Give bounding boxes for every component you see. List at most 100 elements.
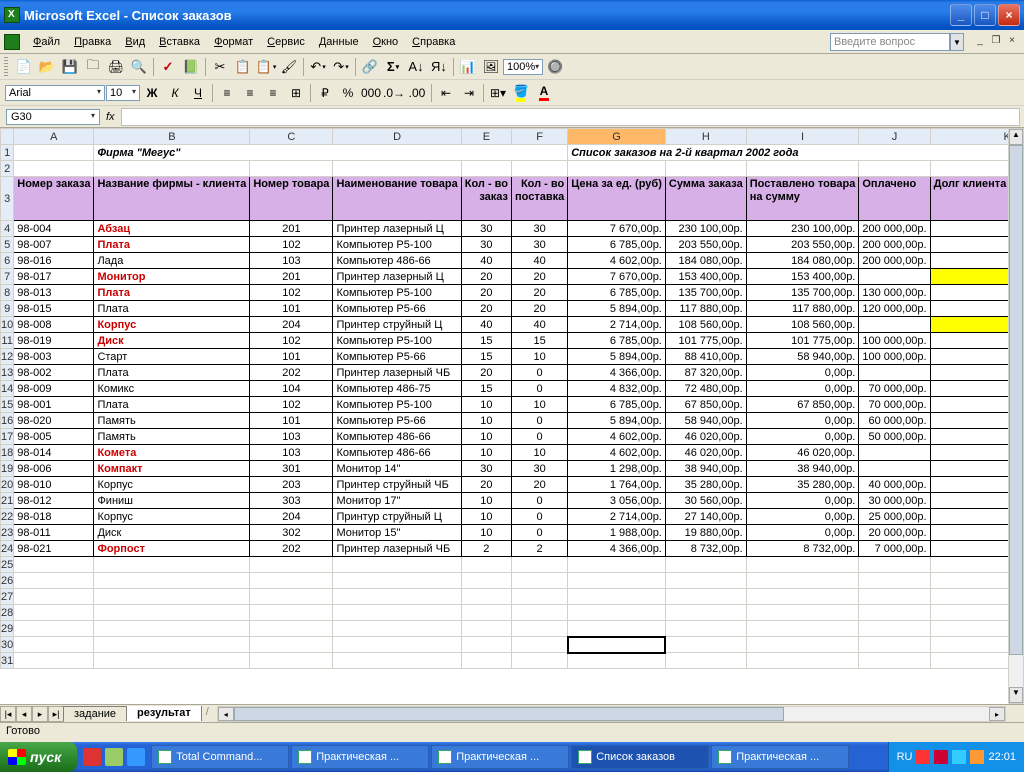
table-cell[interactable]: 100 000,00р.: [859, 349, 930, 365]
table-cell[interactable]: [859, 445, 930, 461]
borders-button[interactable]: ⊞▾: [487, 82, 509, 104]
table-cell[interactable]: 100 000,00р.: [859, 333, 930, 349]
font-size-combo[interactable]: 10▾: [106, 85, 140, 101]
cell[interactable]: [461, 573, 511, 589]
col-header-F[interactable]: F: [512, 129, 568, 145]
table-cell[interactable]: 10: [461, 429, 511, 445]
italic-button[interactable]: К: [164, 82, 186, 104]
menu-данные[interactable]: Данные: [313, 34, 365, 50]
cell[interactable]: [512, 621, 568, 637]
table-cell[interactable]: 10: [461, 397, 511, 413]
table-cell[interactable]: 0: [512, 429, 568, 445]
undo-button[interactable]: ↶▾: [307, 56, 329, 78]
table-cell[interactable]: [859, 365, 930, 381]
table-cell[interactable]: Комета: [94, 445, 250, 461]
table-cell[interactable]: 117 880,00р.: [746, 301, 859, 317]
table-cell[interactable]: 102: [250, 237, 333, 253]
cell[interactable]: [333, 573, 461, 589]
cell[interactable]: [461, 653, 511, 669]
table-cell[interactable]: 135 700,00р.: [746, 285, 859, 301]
table-cell[interactable]: 101: [250, 301, 333, 317]
tab-prev-button[interactable]: ◂: [16, 706, 32, 722]
table-cell[interactable]: 101: [250, 349, 333, 365]
spelling-button[interactable]: ✓: [157, 56, 179, 78]
menu-файл[interactable]: Файл: [27, 34, 66, 50]
taskbar-task[interactable]: Практическая ...: [711, 745, 849, 769]
table-cell[interactable]: Диск: [94, 333, 250, 349]
tab-first-button[interactable]: |◂: [0, 706, 16, 722]
table-cell[interactable]: 98-009: [14, 381, 94, 397]
menu-окно[interactable]: Окно: [367, 34, 405, 50]
copy-button[interactable]: 📋: [232, 56, 254, 78]
table-cell[interactable]: 302: [250, 525, 333, 541]
cell[interactable]: [859, 557, 930, 573]
table-cell[interactable]: 38 940,00р.: [746, 461, 859, 477]
table-cell[interactable]: 20 000,00р.: [859, 525, 930, 541]
cell[interactable]: [94, 653, 250, 669]
formula-bar[interactable]: [121, 108, 1020, 126]
taskbar-task[interactable]: Total Command...: [151, 745, 289, 769]
table-cell[interactable]: 0: [512, 525, 568, 541]
vscroll-thumb[interactable]: [1009, 145, 1023, 655]
table-cell[interactable]: 10: [512, 445, 568, 461]
cell[interactable]: [333, 621, 461, 637]
table-cell[interactable]: 98-017: [14, 269, 94, 285]
col-header-D[interactable]: D: [333, 129, 461, 145]
table-cell[interactable]: 1 298,00р.: [568, 461, 666, 477]
table-cell[interactable]: 98-011: [14, 525, 94, 541]
table-cell[interactable]: Принтер струйный ЧБ: [333, 477, 461, 493]
new-button[interactable]: 📄: [13, 56, 35, 78]
row-header-4[interactable]: 4: [1, 221, 14, 237]
cell[interactable]: [14, 589, 94, 605]
table-cell[interactable]: Компьютер 486-66: [333, 253, 461, 269]
table-cell[interactable]: Плата: [94, 285, 250, 301]
table-cell[interactable]: 98-016: [14, 253, 94, 269]
row-header-9[interactable]: 9: [1, 301, 14, 317]
cell[interactable]: [333, 589, 461, 605]
table-cell[interactable]: 15: [461, 381, 511, 397]
cell[interactable]: [461, 589, 511, 605]
table-cell[interactable]: 2: [512, 541, 568, 557]
table-cell[interactable]: 102: [250, 333, 333, 349]
row-header-11[interactable]: 11: [1, 333, 14, 349]
increase-decimal-button[interactable]: .0→: [383, 82, 405, 104]
table-cell[interactable]: 103: [250, 429, 333, 445]
maximize-button[interactable]: □: [974, 4, 996, 26]
table-cell[interactable]: Компьютер 486-66: [333, 445, 461, 461]
scroll-down-arrow[interactable]: ▼: [1009, 687, 1023, 703]
align-center-button[interactable]: ≡: [239, 82, 261, 104]
table-cell[interactable]: 3 056,00р.: [568, 493, 666, 509]
cell[interactable]: [568, 589, 666, 605]
table-cell[interactable]: Плата: [94, 237, 250, 253]
cell[interactable]: [859, 621, 930, 637]
menu-сервис[interactable]: Сервис: [261, 34, 311, 50]
cell[interactable]: [94, 605, 250, 621]
table-cell[interactable]: 46 020,00р.: [665, 429, 746, 445]
file-icon[interactable]: [4, 34, 20, 50]
table-cell[interactable]: Финиш: [94, 493, 250, 509]
col-header-A[interactable]: A: [14, 129, 94, 145]
table-cell[interactable]: 30: [512, 461, 568, 477]
table-cell[interactable]: 2 714,00р.: [568, 317, 666, 333]
table-cell[interactable]: 46 020,00р.: [746, 445, 859, 461]
select-all-corner[interactable]: [1, 129, 14, 145]
table-cell[interactable]: 20: [461, 301, 511, 317]
menu-вставка[interactable]: Вставка: [153, 34, 206, 50]
cell[interactable]: [859, 605, 930, 621]
cell[interactable]: [665, 653, 746, 669]
cell[interactable]: [94, 637, 250, 653]
table-cell[interactable]: Плата: [94, 365, 250, 381]
table-cell[interactable]: 204: [250, 509, 333, 525]
cell[interactable]: [250, 589, 333, 605]
font-name-combo[interactable]: Arial▾: [5, 85, 105, 101]
table-cell[interactable]: 40 000,00р.: [859, 477, 930, 493]
table-cell[interactable]: 20: [461, 477, 511, 493]
row-header-3[interactable]: 3: [1, 177, 14, 221]
cell[interactable]: [568, 621, 666, 637]
table-cell[interactable]: 87 320,00р.: [665, 365, 746, 381]
table-cell[interactable]: 203 550,00р.: [746, 237, 859, 253]
ql-opera-icon[interactable]: [83, 748, 101, 766]
cell[interactable]: [461, 621, 511, 637]
cell[interactable]: [461, 637, 511, 653]
table-cell[interactable]: 0: [512, 365, 568, 381]
